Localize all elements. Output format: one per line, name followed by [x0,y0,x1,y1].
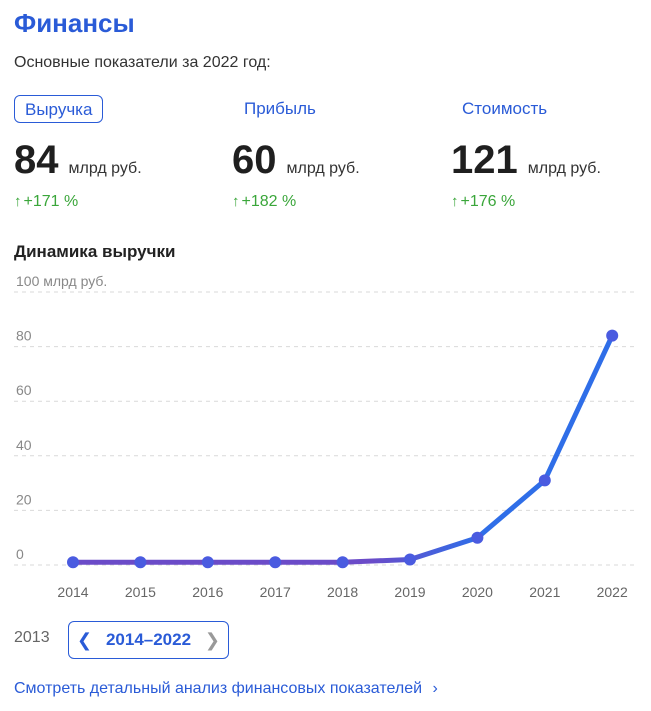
page-subtitle: Основные показатели за 2022 год: [14,54,271,71]
metric-revenue: 84 млрд руб. [14,138,142,183]
tab-value[interactable]: Стоимость [462,95,547,123]
metric-value: 84 [14,138,59,182]
tab-revenue[interactable]: Выручка [14,95,104,123]
x-tick-label: 2020 [462,584,493,600]
data-point [201,556,214,569]
y-tick-label: 40 [16,437,32,453]
y-tick-label: 20 [16,491,32,507]
chevron-right-icon[interactable]: ❯ [205,630,220,651]
period-selector: ❮ 2014–2022 ❯ [68,621,229,659]
period-prev-link[interactable]: 2013 [14,629,50,647]
data-point [404,553,416,566]
y-tick-label: 0 [16,546,24,562]
growth-cost: ↑ +176 % [451,193,515,211]
series-line [70,333,615,565]
data-point [471,531,484,544]
data-point [269,556,282,569]
arrow-up-icon: ↑ [451,193,459,210]
data-point [67,556,79,569]
detailed-analysis-label: Смотреть детальный анализ финансовых пок… [14,680,423,697]
metric-profit: 60 млрд руб. [232,138,360,183]
section-title: Динамика выручки [14,242,176,261]
y-tick-label: 60 [16,382,32,398]
growth-value: +182 % [241,193,297,210]
x-tick-label: 2017 [260,584,291,600]
page-title: Финансы [14,8,135,38]
metric-value: 121 [451,138,518,182]
chevron-left-icon[interactable]: ❮ [77,630,92,651]
x-tick-label: 2016 [192,584,223,600]
data-point [134,556,147,569]
arrow-up-icon: ↑ [14,193,22,210]
y-axis-top-label: 100 млрд руб. [16,273,107,289]
metric-value-cost: 121 млрд руб. [451,138,601,183]
growth-value: +176 % [460,193,516,210]
data-point [336,556,349,569]
revenue-line-chart: 0 20 40 60 80 100 млрд руб. 2014 2015 2016 2017 20… [14,273,636,600]
growth-value: +171 % [23,193,79,210]
x-tick-label: 2015 [125,584,156,600]
arrow-up-icon: ↑ [232,193,240,210]
tab-profit[interactable]: Прибыль [244,95,316,123]
x-tick-label: 2014 [57,584,88,600]
metric-unit: млрд руб. [527,160,601,177]
metric-unit: млрд руб. [286,160,360,177]
x-tick-label: 2021 [529,584,560,600]
chevron-right-icon: › [432,680,438,697]
data-point [606,329,619,342]
metric-value: 60 [232,138,277,182]
x-tick-label: 2022 [597,584,628,600]
metric-unit: млрд руб. [68,160,142,177]
period-label: 2014–2022 [105,630,192,649]
data-point [538,474,551,487]
growth-profit: ↑ +182 % [232,193,296,211]
detailed-analysis-link[interactable]: Смотреть детальный анализ финансовых пок… [14,680,438,698]
y-tick-label: 80 [16,328,32,344]
growth-revenue: ↑ +171 % [14,193,78,211]
x-tick-label: 2019 [394,584,425,600]
x-tick-label: 2018 [327,584,358,600]
